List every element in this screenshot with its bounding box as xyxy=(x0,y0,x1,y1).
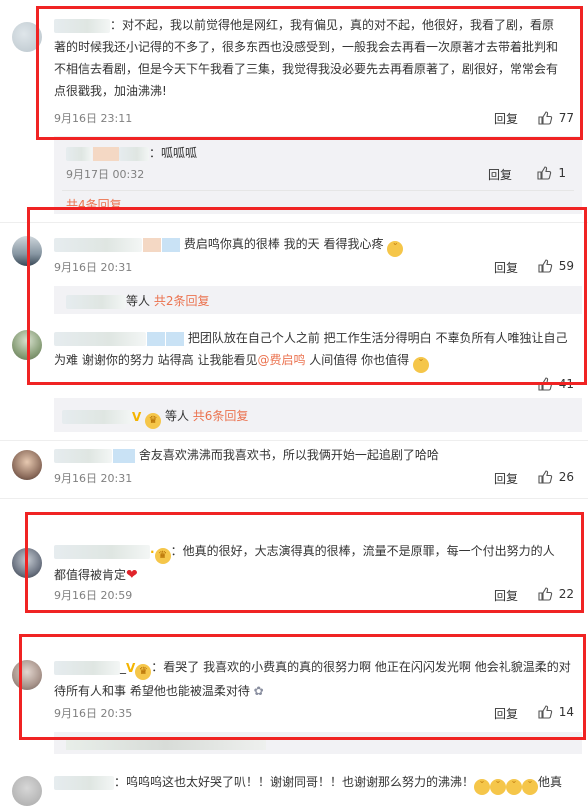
highlight-box xyxy=(36,6,583,140)
crying-emoji-icon: ˘ xyxy=(522,779,539,795)
divider xyxy=(0,498,588,499)
avatar[interactable] xyxy=(12,776,42,806)
divider xyxy=(0,440,588,441)
highlight-box xyxy=(25,512,584,613)
divider xyxy=(62,190,574,191)
reply-button[interactable]: 回复 xyxy=(494,470,518,487)
highlight-box xyxy=(27,207,587,385)
comment-time: 9月16日 20:31 xyxy=(54,472,133,485)
like-button[interactable]: 26 xyxy=(537,469,574,485)
verified-badge-icon: V xyxy=(132,409,142,424)
crying-emoji-icon: ˘ xyxy=(490,779,507,795)
avatar[interactable] xyxy=(12,450,42,480)
like-count: 26 xyxy=(558,470,574,484)
crown-icon: ♛ xyxy=(145,413,162,429)
thread-summary[interactable]: V ♛ 等人 共6条回复 xyxy=(62,407,248,429)
subreply-text: ：呱呱呱 xyxy=(66,144,197,161)
highlight-box xyxy=(19,634,586,740)
crying-emoji-icon: ˘ xyxy=(506,779,523,795)
thumbs-up-icon xyxy=(537,469,553,485)
username-blurred[interactable] xyxy=(54,775,114,790)
subreply-like-button[interactable]: 1 xyxy=(536,165,566,181)
comment-text: ：呜呜呜这也太好哭了叭！！谢谢同哥！！也谢谢那么努力的沸沸！ ˘ ˘ ˘ ˘ 他真 xyxy=(54,771,570,795)
crying-emoji-icon: ˘ xyxy=(474,779,491,795)
like-count: 1 xyxy=(558,166,566,180)
comment-text: 舍友喜欢沸沸而我喜欢书，所以我俩开始一起追剧了哈哈 xyxy=(54,444,568,466)
thumbs-up-icon xyxy=(536,165,552,181)
subreply-time: 9月17日 00:32 xyxy=(66,168,145,181)
subreply-reply-button[interactable]: 回复 xyxy=(488,166,512,183)
username-blurred[interactable] xyxy=(54,448,112,463)
